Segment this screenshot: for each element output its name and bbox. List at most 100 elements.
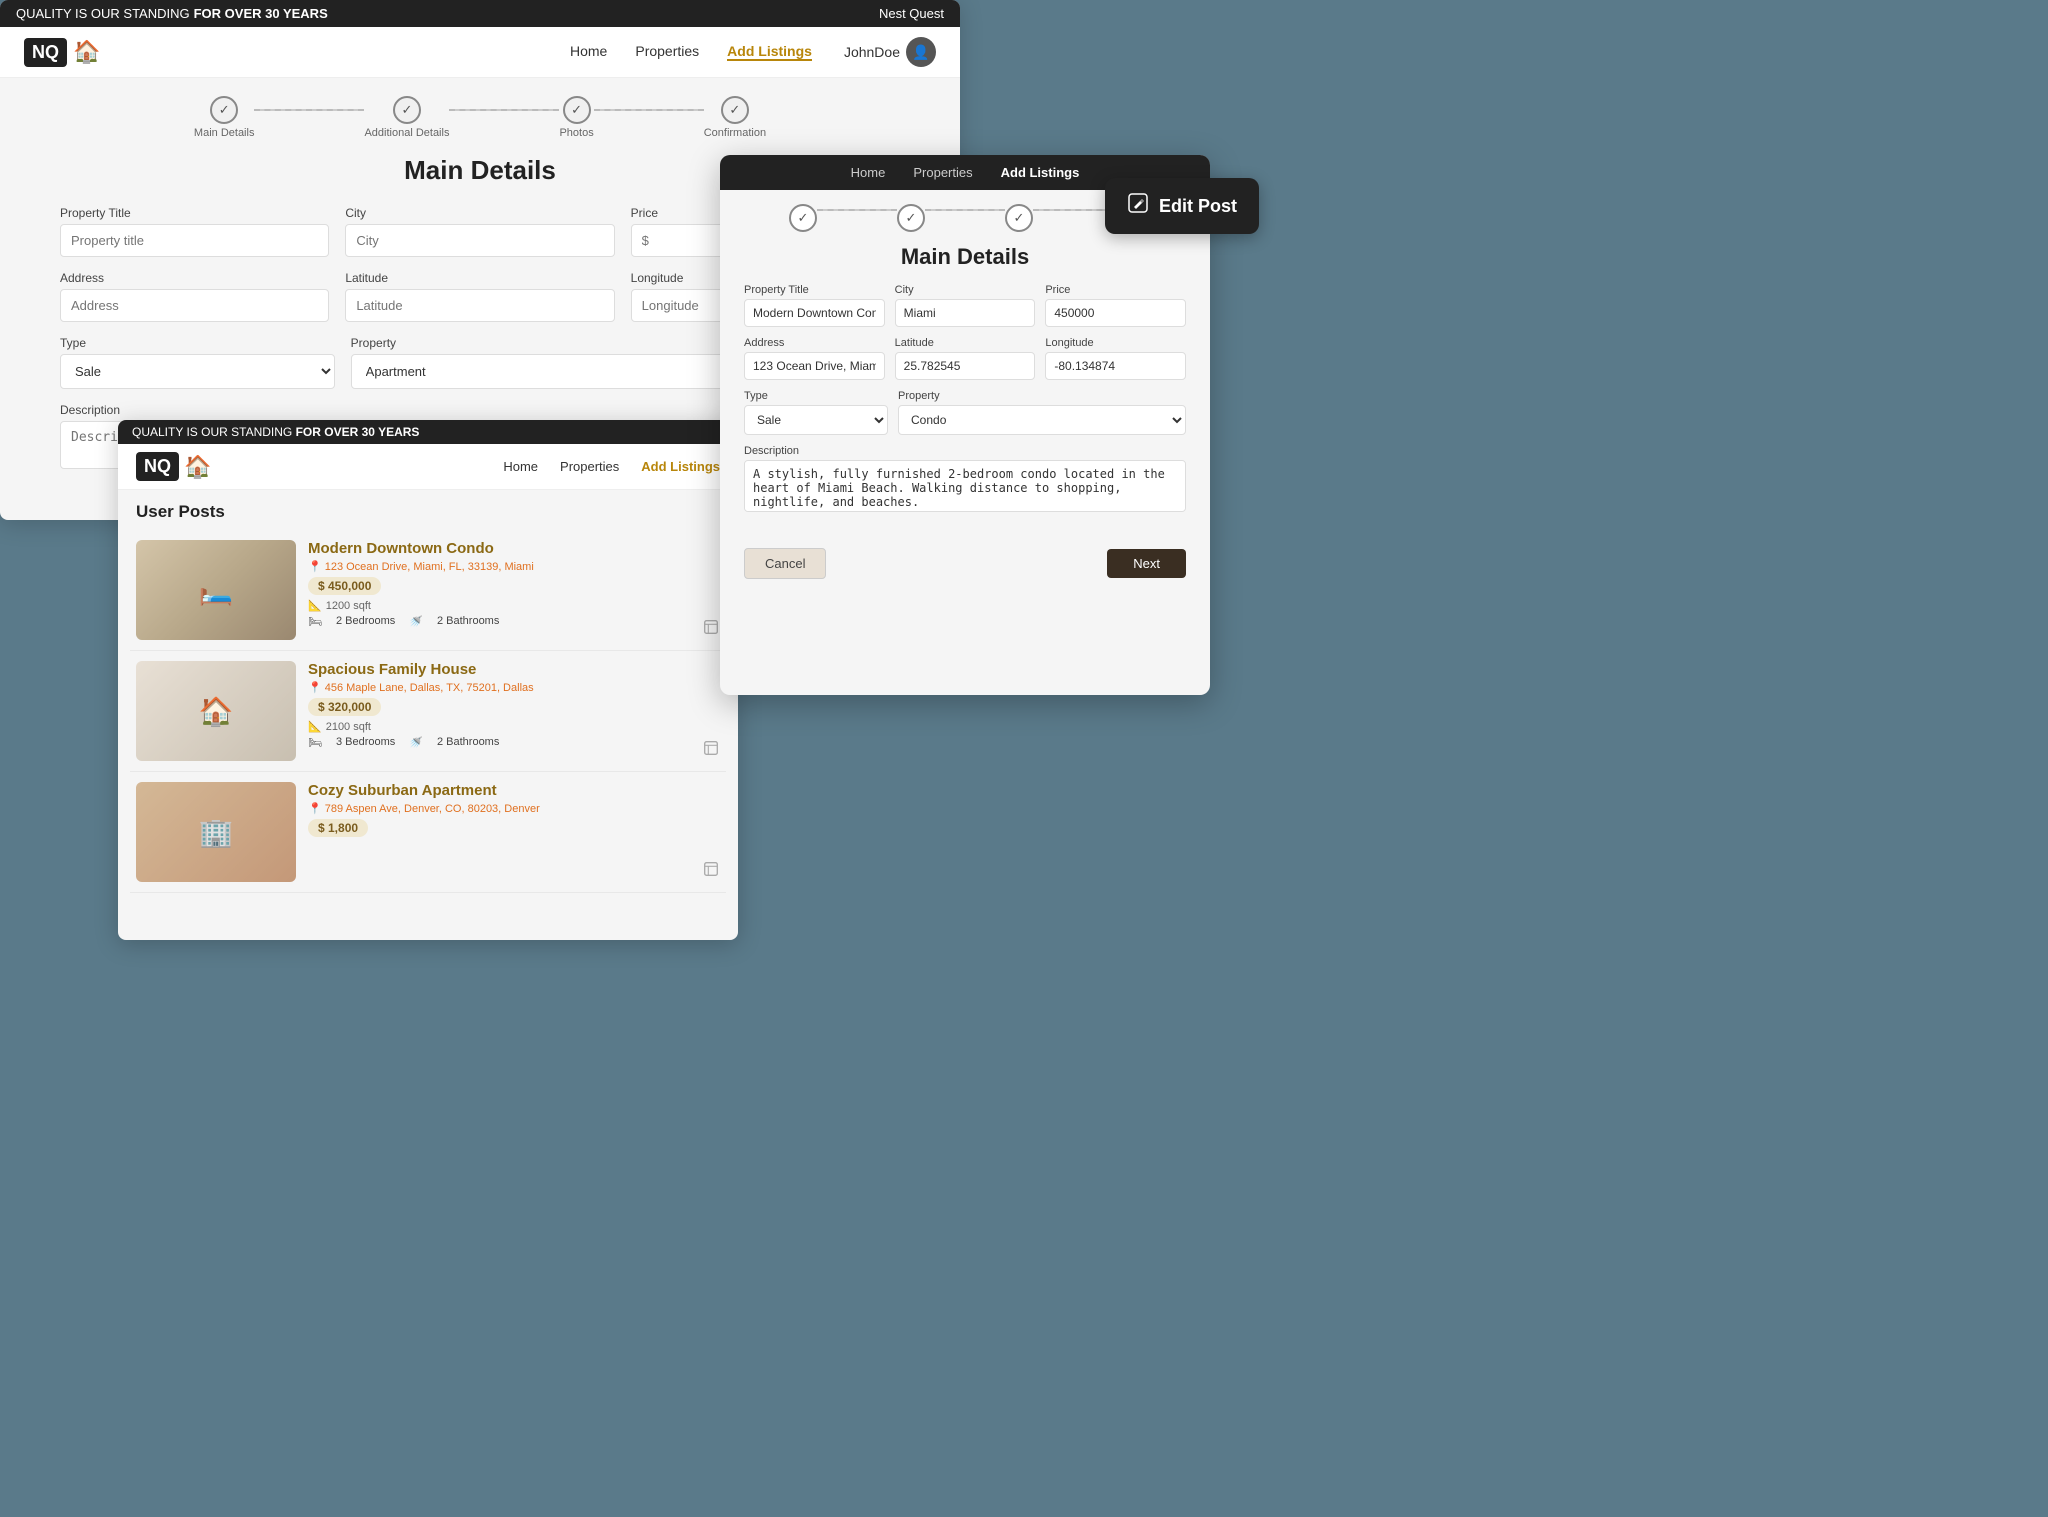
location-icon-1: 📍 (308, 560, 322, 573)
front-price-input[interactable] (1045, 299, 1186, 327)
bed-icon-1: 🛏 (308, 615, 322, 628)
post-info-3: Cozy Suburban Apartment 📍 789 Aspen Ave,… (308, 782, 690, 882)
step-3-front: ✓ (1005, 204, 1033, 232)
front-latitude-label: Latitude (895, 337, 1036, 349)
nav-properties-front[interactable]: Properties (913, 165, 972, 180)
nav-mid: NQ 🏠 Home Properties Add Listings (118, 444, 738, 490)
form-front: Main Details Property Title City Price A… (720, 238, 1210, 538)
front-description-group: Description (744, 445, 1186, 512)
front-description-label: Description (744, 445, 1186, 457)
post-edit-icon-3[interactable] (702, 782, 720, 882)
tagline-prefix: QUALITY IS OUR STANDING (16, 6, 190, 21)
post-title-3: Cozy Suburban Apartment (308, 782, 690, 799)
city-group-back: City (345, 206, 614, 257)
nav-home-mid[interactable]: Home (503, 459, 538, 474)
front-city-input[interactable] (895, 299, 1036, 327)
next-button[interactable]: Next (1107, 549, 1186, 578)
post-list: 🛏️ Modern Downtown Condo 📍 123 Ocean Dri… (118, 530, 738, 940)
front-city-label: City (895, 284, 1036, 296)
front-latitude-input[interactable] (895, 352, 1036, 380)
front-type-group: Type Sale Rent (744, 390, 888, 435)
post-addr-text-3: 789 Aspen Ave, Denver, CO, 80203, Denver (325, 803, 540, 815)
post-image-apt: 🏢 (136, 782, 296, 882)
nav-home-front[interactable]: Home (851, 165, 886, 180)
front-property-group: Property Apartment House Condo Villa (898, 390, 1186, 435)
post-edit-icon-1[interactable] (702, 540, 720, 640)
latitude-group-back: Latitude (345, 271, 614, 322)
nav-links-back: Home Properties Add Listings (570, 43, 812, 61)
post-edit-icon-2[interactable] (702, 661, 720, 761)
post-info-1: Modern Downtown Condo 📍 123 Ocean Drive,… (308, 540, 690, 640)
brand-name-back: Nest Quest (879, 6, 944, 21)
step-circle-1-front: ✓ (789, 204, 817, 232)
front-price-group: Price (1045, 284, 1186, 327)
post-features-2: 🛏 3 Bedrooms 🚿 2 Bathrooms (308, 736, 690, 749)
post-thumb-1: 🛏️ (136, 540, 296, 640)
form-front-row-2: Address Latitude Longitude (744, 337, 1186, 380)
address-group-back: Address (60, 271, 329, 322)
step-additional-back: ✓ Additional Details (364, 96, 449, 139)
front-property-title-group: Property Title (744, 284, 885, 327)
username-back: JohnDoe (844, 44, 900, 60)
front-longitude-group: Longitude (1045, 337, 1186, 380)
edit-post-button[interactable]: Edit Post (1105, 178, 1259, 234)
home-logo-icon: 🏠 (73, 39, 100, 65)
address-input-back[interactable] (60, 289, 329, 322)
city-label-back: City (345, 206, 614, 220)
step-line-1-front (817, 209, 897, 211)
front-address-label: Address (744, 337, 885, 349)
step-confirmation-back: ✓ Confirmation (704, 96, 766, 139)
bedrooms-1: 2 Bedrooms (336, 615, 395, 628)
front-description-textarea[interactable] (744, 460, 1186, 512)
post-sqft-text-1: 1200 sqft (326, 600, 371, 612)
mid-window: QUALITY IS OUR STANDING FOR OVER 30 YEAR… (118, 420, 738, 940)
post-price-2: $ 320,000 (308, 698, 381, 716)
type-group-back: Type Sale Rent (60, 336, 335, 389)
nav-addlistings-back[interactable]: Add Listings (727, 43, 812, 61)
step-line-3-front (1033, 209, 1113, 211)
front-longitude-input[interactable] (1045, 352, 1186, 380)
logo-mid: NQ 🏠 (136, 452, 211, 481)
form-front-row-3: Type Sale Rent Property Apartment House … (744, 390, 1186, 435)
nav-properties-back[interactable]: Properties (635, 43, 699, 61)
nav-back: NQ 🏠 Home Properties Add Listings JohnDo… (0, 27, 960, 78)
bedrooms-2: 3 Bedrooms (336, 736, 395, 749)
user-area-back: JohnDoe 👤 (844, 37, 936, 67)
city-input-back[interactable] (345, 224, 614, 257)
front-property-select[interactable]: Apartment House Condo Villa (898, 405, 1186, 435)
front-property-title-label: Property Title (744, 284, 885, 296)
logo-nq-mid: NQ (136, 452, 179, 481)
front-property-title-input[interactable] (744, 299, 885, 327)
location-icon-2: 📍 (308, 681, 322, 694)
front-longitude-label: Longitude (1045, 337, 1186, 349)
nav-addlistings-mid[interactable]: Add Listings (641, 459, 720, 474)
bath-icon-1: 🚿 (409, 615, 423, 628)
nav-addlistings-front[interactable]: Add Listings (1001, 165, 1080, 180)
form-front-footer: Cancel Next (720, 538, 1210, 591)
logo-nq-back: NQ (24, 38, 67, 67)
tagline-bold: FOR OVER 30 YEARS (194, 6, 328, 21)
topbar-mid: QUALITY IS OUR STANDING FOR OVER 30 YEAR… (118, 420, 738, 444)
post-addr-text-1: 123 Ocean Drive, Miami, FL, 33139, Miami (325, 561, 534, 573)
front-type-select[interactable]: Sale Rent (744, 405, 888, 435)
step-circle-4-back: ✓ (721, 96, 749, 124)
latitude-input-back[interactable] (345, 289, 614, 322)
nav-properties-mid[interactable]: Properties (560, 459, 619, 474)
front-property-label: Property (898, 390, 1186, 402)
post-info-2: Spacious Family House 📍 456 Maple Lane, … (308, 661, 690, 761)
step-label-1-back: Main Details (194, 127, 255, 139)
cancel-button[interactable]: Cancel (744, 548, 826, 579)
step-circle-2-front: ✓ (897, 204, 925, 232)
avatar-back[interactable]: 👤 (906, 37, 936, 67)
step-line-3-back (594, 109, 704, 111)
type-label-back: Type (60, 336, 335, 350)
front-address-input[interactable] (744, 352, 885, 380)
step-1-front: ✓ (789, 204, 817, 232)
post-image-condo: 🛏️ (136, 540, 296, 640)
nav-home-back[interactable]: Home (570, 43, 607, 61)
form-front-row-1: Property Title City Price (744, 284, 1186, 327)
bathrooms-2: 2 Bathrooms (437, 736, 499, 749)
property-title-input-back[interactable] (60, 224, 329, 257)
type-select-back[interactable]: Sale Rent (60, 354, 335, 389)
step-circle-3-front: ✓ (1005, 204, 1033, 232)
